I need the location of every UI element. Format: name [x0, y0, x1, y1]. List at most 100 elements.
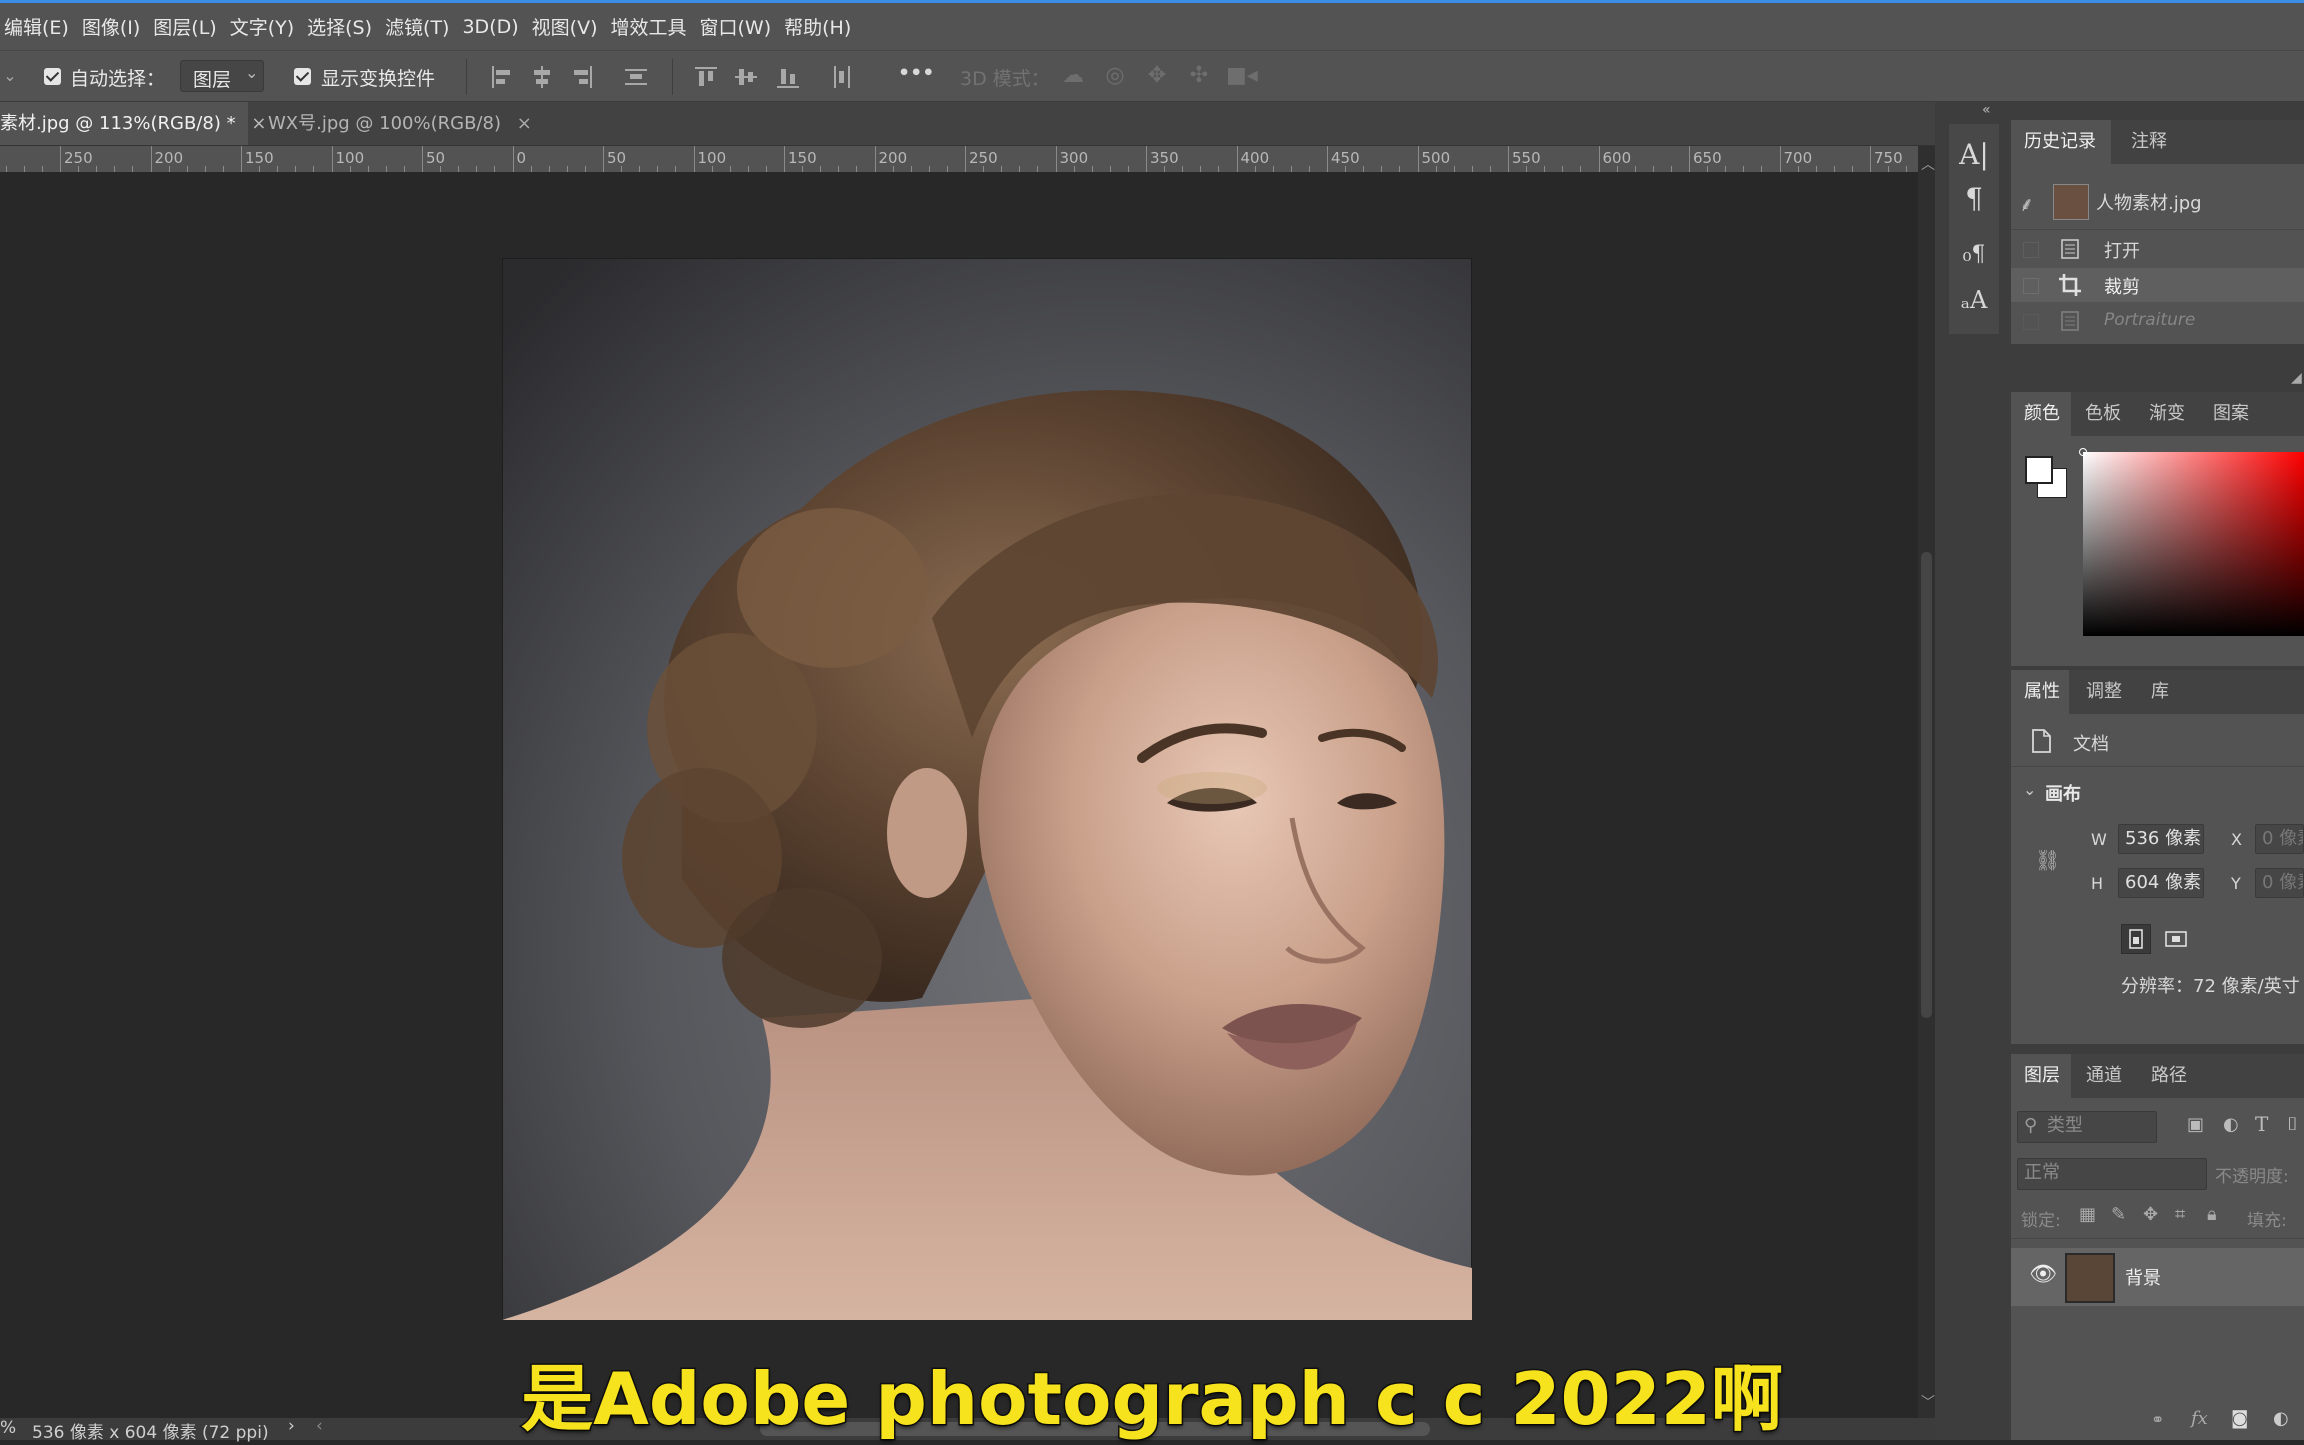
tab-color[interactable]: 颜色 — [2011, 392, 2071, 436]
ruler-major-tick — [1417, 146, 1419, 172]
menu-layer[interactable]: 图层(L) — [149, 13, 225, 40]
filter-adjustment-icon[interactable]: ◐ — [2223, 1114, 2239, 1135]
3d-camera-icon[interactable]: ■◂ — [1226, 61, 1258, 91]
vertical-scroll-thumb[interactable] — [1921, 552, 1932, 1018]
ruler-label: 100 — [697, 149, 727, 167]
ruler-major-tick — [1508, 146, 1509, 172]
menu-filter[interactable]: 滤镜(T) — [381, 13, 458, 40]
character-icon[interactable]: A| — [1949, 138, 1999, 171]
ruler-major-tick — [60, 146, 61, 172]
foreground-color-swatch[interactable] — [2025, 456, 2053, 484]
tab-current-document[interactable]: 素材.jpg @ 113%(RGB/8) * × — [0, 102, 266, 145]
ruler-major-tick — [874, 146, 876, 172]
auto-select-checkbox[interactable] — [44, 68, 61, 85]
tab-libraries[interactable]: 库 — [2151, 670, 2169, 714]
ruler-label: 0 — [516, 149, 527, 167]
tab-wx-document[interactable]: WX号.jpg @ 100%(RGB/8) × — [250, 102, 532, 145]
menu-plugins[interactable]: 增效工具 — [606, 13, 695, 40]
menu-image[interactable]: 图像(I) — [78, 13, 149, 40]
video-subtitle: 是Adobe photograph c c 2022啊 — [520, 1356, 1785, 1443]
document-icon — [2032, 729, 2051, 753]
height-field[interactable]: 604 像素 — [2118, 868, 2204, 898]
character-styles-icon[interactable]: ₐA — [1949, 286, 1999, 314]
history-item-undone[interactable]: Portraiture — [2011, 304, 2304, 338]
align-right-edges-icon[interactable] — [568, 63, 596, 91]
tab-swatches[interactable]: 色板 — [2085, 392, 2121, 436]
show-transform-checkbox[interactable] — [294, 68, 311, 85]
opacity-label: 不透明度: — [2215, 1167, 2289, 1187]
ruler-label: 500 — [1421, 149, 1451, 167]
tab-properties[interactable]: 属性 — [2011, 670, 2069, 714]
filter-pixel-icon[interactable]: ▣ — [2187, 1114, 2204, 1135]
auto-select-label: 自动选择： — [70, 68, 166, 90]
menu-3d[interactable]: 3D(D) — [458, 16, 527, 38]
canvas-area[interactable] — [0, 172, 1918, 1418]
tab-close-icon[interactable]: × — [517, 113, 532, 134]
layer-row-background[interactable]: 👁︎ 背景 — [2011, 1248, 2304, 1306]
tab-history[interactable]: 历史记录 — [2011, 120, 2111, 164]
align-top-edges-icon[interactable] — [692, 63, 720, 91]
lock-image-brush-icon[interactable]: ✎ — [2111, 1204, 2126, 1225]
landscape-orientation-button[interactable] — [2161, 924, 2191, 954]
menu-window[interactable]: 窗口(W) — [696, 13, 781, 40]
lock-artboard-icon[interactable]: ⌗ — [2175, 1204, 2185, 1225]
canvas-section-title: 画布 — [2045, 784, 2081, 805]
menu-select[interactable]: 选择(S) — [303, 13, 381, 40]
paragraph-styles-icon[interactable]: ₀¶ — [1949, 242, 1999, 267]
filter-shape-icon[interactable]: ⌷ — [2287, 1114, 2298, 1135]
chevron-down-icon[interactable]: ⌄ — [2023, 780, 2036, 799]
paragraph-icon[interactable]: ¶ — [1949, 182, 1999, 215]
panel-resize-icon[interactable]: ◢ — [2291, 370, 2302, 386]
blend-mode-dropdown[interactable]: 正常 — [2017, 1158, 2207, 1190]
tab-layers[interactable]: 图层 — [2011, 1054, 2071, 1098]
3d-orbit-icon[interactable]: ☁ — [1058, 61, 1088, 91]
align-horizontal-centers-icon[interactable] — [528, 63, 556, 91]
layer-filter-dropdown[interactable]: ⚲ 类型 — [2017, 1111, 2157, 1143]
lock-transparent-icon[interactable]: ▦ — [2079, 1204, 2096, 1225]
lock-all-icon[interactable]: 🔒︎ — [2207, 1204, 2217, 1225]
portrait-image[interactable] — [502, 258, 1472, 1320]
3d-pan-icon[interactable]: ✥ — [1142, 61, 1172, 91]
crop-icon — [2059, 274, 2081, 296]
tab-adjustments[interactable]: 调整 — [2086, 670, 2122, 714]
color-panel-tabs: 颜色 色板 渐变 图案 — [2011, 392, 2304, 436]
history-item[interactable]: 打开 — [2011, 232, 2304, 266]
tab-paths[interactable]: 路径 — [2151, 1054, 2187, 1098]
link-icon[interactable]: ⛓ — [2035, 848, 2060, 872]
visibility-eye-icon[interactable]: 👁︎ — [2029, 1262, 2057, 1287]
tool-preset-chevron-icon[interactable]: ⌄ — [0, 61, 20, 91]
tab-channels[interactable]: 通道 — [2086, 1054, 2122, 1098]
chevron-down-icon: ⌄ — [245, 63, 259, 82]
tab-gradients[interactable]: 渐变 — [2149, 392, 2185, 436]
3d-slide-icon[interactable]: ✣ — [1184, 61, 1214, 91]
width-field[interactable]: 536 像素 — [2118, 824, 2204, 854]
menu-view[interactable]: 视图(V) — [528, 13, 607, 40]
more-options-button[interactable]: ••• — [898, 62, 934, 84]
scroll-up-icon[interactable]: ︿ — [1921, 154, 1935, 174]
x-field[interactable]: 0 像素 — [2255, 824, 2304, 854]
color-picker-field[interactable] — [2083, 452, 2304, 636]
y-field[interactable]: 0 像素 — [2255, 868, 2304, 898]
collapse-panels-icon[interactable]: « — [1982, 102, 1991, 118]
snapshot-label[interactable]: 人物素材.jpg — [2096, 189, 2202, 215]
ruler-major-tick — [150, 146, 152, 172]
tab-notes[interactable]: 注释 — [2121, 120, 2167, 164]
align-vertical-centers-icon[interactable] — [732, 63, 760, 91]
menu-help[interactable]: 帮助(H) — [780, 13, 860, 40]
align-bottom-edges-icon[interactable] — [774, 63, 802, 91]
snapshot-thumbnail[interactable] — [2053, 184, 2089, 220]
history-brush-icon[interactable]: ⸙ — [2019, 190, 2034, 217]
portrait-orientation-button[interactable] — [2121, 924, 2151, 954]
history-item-selected[interactable]: 裁剪 — [2011, 268, 2304, 302]
distribute-vertical-icon[interactable] — [622, 63, 650, 91]
3d-roll-icon[interactable]: ◎ — [1100, 61, 1130, 91]
align-left-edges-icon[interactable] — [488, 63, 516, 91]
auto-select-dropdown[interactable]: 图层 ⌄ — [180, 60, 264, 92]
menu-edit[interactable]: 编辑(E) — [0, 13, 78, 40]
filter-type-icon[interactable]: T — [2255, 1112, 2268, 1136]
color-picker-cursor[interactable] — [2079, 448, 2087, 456]
menu-type[interactable]: 文字(Y) — [226, 13, 303, 40]
distribute-horizontal-icon[interactable] — [828, 63, 856, 91]
tab-patterns[interactable]: 图案 — [2213, 392, 2249, 436]
lock-position-icon[interactable]: ✥ — [2143, 1204, 2158, 1225]
